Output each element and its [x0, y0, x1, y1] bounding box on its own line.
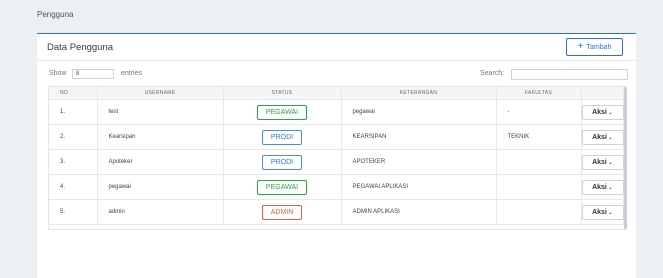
aksi-dropdown-button[interactable]: Aksi⌄ — [581, 179, 624, 195]
cell-keterangan: APOTEKER — [341, 149, 497, 175]
cell-status: ADMIN — [223, 199, 342, 225]
aksi-label: Aksi — [592, 208, 607, 216]
search-input[interactable] — [511, 69, 628, 80]
cell-action: Aksi⌄ — [581, 149, 624, 175]
page-title: Pengguna — [37, 10, 74, 19]
aksi-dropdown-button[interactable]: Aksi⌄ — [581, 154, 624, 170]
cell-keterangan: ADMIN APLIKASI — [341, 199, 497, 225]
cell-no: 4. — [49, 174, 98, 200]
chevron-down-icon: ⌄ — [607, 109, 613, 116]
cell-fakultas — [496, 199, 582, 225]
aksi-label: Aksi — [592, 108, 607, 116]
aksi-dropdown-button[interactable]: Aksi⌄ — [581, 104, 624, 120]
cell-fakultas: - — [496, 99, 582, 125]
table-row: 1. test PEGAWAI pegawai - Aksi⌄ — [49, 99, 624, 125]
chevron-down-icon: ⌄ — [607, 184, 613, 191]
table-scrollbar[interactable] — [624, 87, 627, 229]
chevron-down-icon: ⌄ — [607, 209, 613, 216]
cell-keterangan: KEARSIPAN — [341, 124, 497, 150]
table-header-row: NO USERNAME STATUS KETERANGAN FAKULTAS — [49, 87, 624, 100]
show-label: Show — [49, 70, 67, 77]
cell-no: 1. — [49, 99, 98, 125]
table-row: 5. admin ADMIN ADMIN APLIKASI Aksi⌄ — [49, 199, 624, 225]
cell-status: PRODI — [223, 149, 342, 175]
table-row: 3. Apoteker PRODI APOTEKER Aksi⌄ — [49, 149, 624, 175]
header-status[interactable]: STATUS — [223, 87, 342, 100]
users-table-container: NO USERNAME STATUS KETERANGAN FAKULTAS 1… — [48, 86, 626, 230]
status-badge: PEGAWAI — [256, 104, 308, 120]
cell-username: test — [97, 99, 224, 125]
users-table: NO USERNAME STATUS KETERANGAN FAKULTAS 1… — [49, 87, 624, 225]
card-title: Data Pengguna — [47, 42, 114, 53]
chevron-down-icon: ⌄ — [607, 159, 613, 166]
status-badge: ADMIN — [261, 204, 303, 220]
header-username[interactable]: USERNAME — [97, 87, 224, 100]
cell-status: PEGAWAI — [223, 174, 342, 200]
table-row: 2. Kearsipan PRODI KEARSIPAN TEKNIK Aksi… — [49, 124, 624, 150]
cell-username: admin — [97, 199, 224, 225]
status-badge: PRODI — [261, 154, 303, 170]
aksi-dropdown-button[interactable]: Aksi⌄ — [581, 204, 624, 220]
card-header: Data Pengguna + Tambah — [37, 34, 636, 61]
aksi-label: Aksi — [592, 133, 607, 141]
aksi-label: Aksi — [592, 183, 607, 191]
header-keterangan[interactable]: KETERANGAN — [341, 87, 497, 100]
plus-icon: + — [577, 40, 584, 52]
cell-username: Apoteker — [97, 149, 224, 175]
cell-status: PRODI — [223, 124, 342, 150]
header-action — [581, 87, 624, 100]
cell-status: PEGAWAI — [223, 99, 342, 125]
cell-fakultas — [496, 174, 582, 200]
aksi-dropdown-button[interactable]: Aksi⌄ — [581, 129, 624, 145]
search-label: Search: — [480, 70, 505, 77]
cell-username: Kearsipan — [97, 124, 224, 150]
cell-fakultas: TEKNIK — [496, 124, 582, 150]
cell-fakultas — [496, 149, 582, 175]
status-badge: PEGAWAI — [256, 179, 308, 195]
header-fakultas[interactable]: FAKULTAS — [496, 87, 582, 100]
cell-keterangan: PEGAWAI APLIKASI — [341, 174, 497, 200]
add-button[interactable]: + Tambah — [566, 38, 623, 56]
chevron-down-icon: ⌄ — [607, 134, 613, 141]
cell-action: Aksi⌄ — [581, 99, 624, 125]
cell-keterangan: pegawai — [341, 99, 497, 125]
add-button-label: Tambah — [586, 43, 612, 51]
cell-no: 3. — [49, 149, 98, 175]
header-no[interactable]: NO — [49, 87, 98, 100]
table-controls: Show 8 entries Search: — [37, 69, 636, 81]
cell-no: 2. — [49, 124, 98, 150]
cell-action: Aksi⌄ — [581, 174, 624, 200]
cell-no: 5. — [49, 199, 98, 225]
cell-username: pegawai — [97, 174, 224, 200]
cell-action: Aksi⌄ — [581, 124, 624, 150]
entries-select[interactable]: 8 — [72, 69, 114, 79]
table-row: 4. pegawai PEGAWAI PEGAWAI APLIKASI Aksi… — [49, 174, 624, 200]
entries-label: entries — [121, 70, 143, 77]
cell-action: Aksi⌄ — [581, 199, 624, 225]
aksi-label: Aksi — [592, 158, 607, 166]
data-card: Data Pengguna + Tambah Show 8 entries Se… — [37, 33, 636, 278]
status-badge: PRODI — [261, 129, 303, 145]
